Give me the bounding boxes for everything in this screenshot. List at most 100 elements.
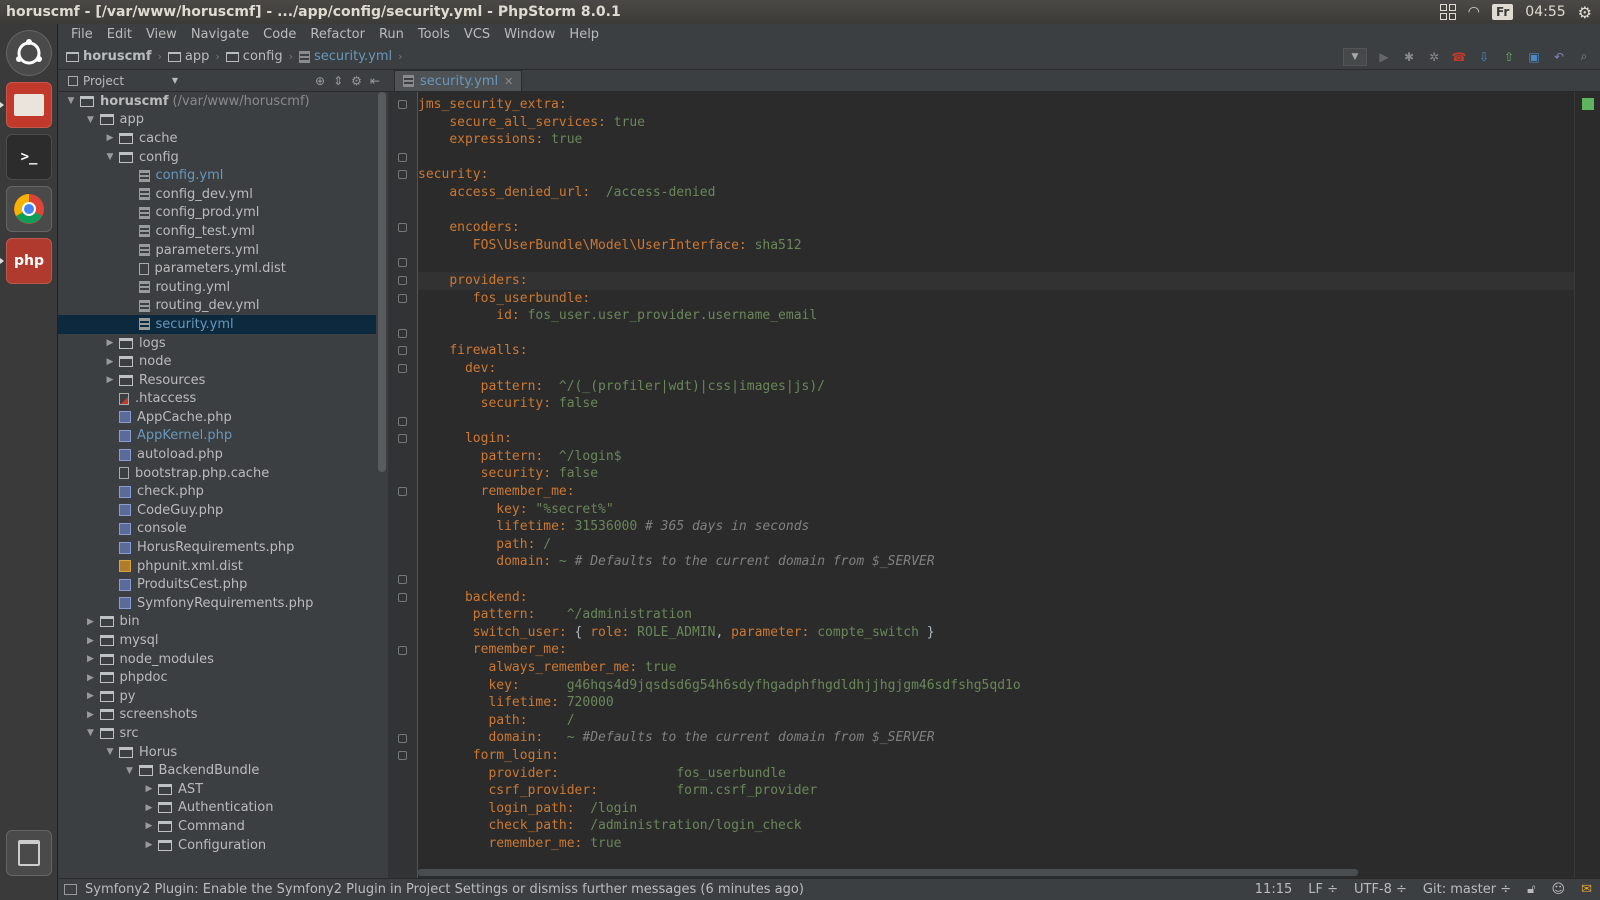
code-line[interactable]: expressions: true	[418, 131, 1574, 149]
code-area[interactable]: jms_security_extra: secure_all_services:…	[418, 96, 1574, 853]
code-line[interactable]: remember_me:	[418, 483, 1574, 501]
fold-marker-icon[interactable]	[398, 575, 407, 585]
keyboard-layout-indicator[interactable]: Fr	[1491, 4, 1514, 20]
tree-file[interactable]: HorusRequirements.php	[58, 538, 376, 557]
fold-marker-icon[interactable]	[398, 416, 407, 426]
code-line[interactable]	[418, 571, 1574, 589]
vcs-commit-icon[interactable]: ⇧	[1501, 49, 1517, 65]
tree-file[interactable]: bootstrap.php.cache	[58, 464, 376, 483]
chevron-right-icon[interactable]: ▶	[84, 691, 98, 701]
tree-folder[interactable]: ▼ Horus	[58, 743, 376, 762]
settings-icon[interactable]: ⚙	[351, 74, 362, 88]
project-view-selector[interactable]: Project ▼	[68, 74, 178, 88]
chevron-right-icon[interactable]: ▶	[103, 375, 117, 385]
fold-marker-icon[interactable]	[398, 364, 407, 373]
code-line[interactable]: dev:	[418, 360, 1574, 378]
tree-file[interactable]: ProduitsCest.php	[58, 575, 376, 594]
code-line[interactable]: security:	[418, 166, 1574, 184]
tree-folder[interactable]: ▶ node_modules	[58, 650, 376, 669]
code-line[interactable]	[418, 254, 1574, 272]
tree-folder[interactable]: ▶ Authentication	[58, 799, 376, 818]
tool-windows-icon[interactable]	[64, 884, 77, 895]
vcs-branch[interactable]: Git: master ÷	[1415, 882, 1519, 897]
tree-file[interactable]: phpunit.xml.dist	[58, 557, 376, 576]
caret-position[interactable]: 11:15	[1247, 882, 1300, 897]
horizontal-scrollbar[interactable]	[418, 869, 1358, 876]
tree-folder[interactable]: ▶ logs	[58, 334, 376, 353]
vcs-compare-icon[interactable]: ▣	[1526, 49, 1542, 65]
chevron-right-icon[interactable]: ▶	[142, 840, 156, 850]
gear-icon[interactable]: ⚙	[1578, 3, 1592, 22]
code-line[interactable]: csrf_provider: form.csrf_provider	[418, 782, 1574, 800]
breadcrumb-file[interactable]: security.yml	[298, 49, 392, 64]
code-line[interactable]: switch_user: { role: ROLE_ADMIN, paramet…	[418, 624, 1574, 642]
tree-folder[interactable]: ▶ screenshots	[58, 706, 376, 725]
chevron-right-icon[interactable]: ▶	[142, 784, 156, 794]
fold-marker-icon[interactable]	[398, 751, 407, 761]
fold-marker-icon[interactable]	[398, 276, 407, 285]
menu-file[interactable]: File	[64, 27, 100, 42]
tree-folder[interactable]: ▼ horuscmf (/var/www/horuscmf)	[58, 92, 376, 111]
tree-folder[interactable]: ▼ BackendBundle	[58, 761, 376, 780]
fold-marker-icon[interactable]	[398, 328, 407, 338]
code-line[interactable]: providers:	[418, 271, 1574, 290]
code-line[interactable]: security: false	[418, 395, 1574, 413]
listen-debug-icon[interactable]: ☎	[1451, 49, 1467, 65]
code-line[interactable]: pattern: ^/(_(profiler|wdt)|css|images|j…	[418, 378, 1574, 396]
code-line[interactable]: key: "%secret%"	[418, 501, 1574, 519]
fold-marker-icon[interactable]	[398, 100, 407, 109]
menu-code[interactable]: Code	[256, 27, 303, 42]
clock[interactable]: 04:55	[1525, 4, 1565, 20]
code-line[interactable]: lifetime: 31536000 # 365 days in seconds	[418, 518, 1574, 536]
tree-file[interactable]: AppKernel.php	[58, 427, 376, 446]
code-line[interactable]: provider: fos_userbundle	[418, 765, 1574, 783]
code-line[interactable]: remember_me: true	[418, 835, 1574, 853]
fold-marker-icon[interactable]	[398, 733, 407, 743]
menu-run[interactable]: Run	[372, 27, 411, 42]
inspection-ok-icon[interactable]	[1582, 98, 1594, 110]
hide-panel-icon[interactable]: ⇤	[370, 74, 380, 88]
menu-help[interactable]: Help	[562, 27, 606, 42]
tree-folder[interactable]: ▶ node	[58, 352, 376, 371]
fold-marker-icon[interactable]	[398, 645, 407, 655]
code-line[interactable]: form_login:	[418, 747, 1574, 765]
run-config-dropdown[interactable]: ▼	[1343, 47, 1367, 66]
tree-file[interactable]: CodeGuy.php	[58, 501, 376, 520]
chevron-down-icon[interactable]: ▼	[103, 747, 117, 757]
tree-folder[interactable]: ▶ cache	[58, 129, 376, 148]
code-line[interactable]: login:	[418, 430, 1574, 448]
code-line[interactable]	[418, 413, 1574, 431]
lock-icon[interactable]: 🔓︎	[1519, 882, 1543, 897]
dash-home-icon[interactable]	[6, 30, 52, 76]
fold-marker-icon[interactable]	[398, 293, 407, 303]
code-line[interactable]: pattern: ^/login$	[418, 448, 1574, 466]
code-line[interactable]: domain: ~ #Defaults to the current domai…	[418, 729, 1574, 747]
chevron-down-icon[interactable]: ▼	[123, 766, 137, 776]
fold-marker-icon[interactable]	[398, 223, 407, 233]
chevron-down-icon[interactable]: ▼	[84, 115, 98, 125]
tree-folder[interactable]: ▼ config	[58, 148, 376, 167]
vcs-update-icon[interactable]: ⇩	[1476, 49, 1492, 65]
menu-edit[interactable]: Edit	[100, 27, 139, 42]
menu-refactor[interactable]: Refactor	[303, 27, 372, 42]
breadcrumb-config[interactable]: config	[225, 49, 283, 64]
code-line[interactable]: lifetime: 720000	[418, 694, 1574, 712]
terminal-icon[interactable]: >_	[6, 134, 52, 180]
code-line[interactable]: always_remember_me: true	[418, 659, 1574, 677]
tree-folder[interactable]: ▶ mysql	[58, 631, 376, 650]
code-line[interactable]: remember_me:	[418, 641, 1574, 659]
menu-vcs[interactable]: VCS	[457, 27, 497, 42]
fold-marker-icon[interactable]	[398, 170, 407, 180]
close-icon[interactable]: ✕	[504, 75, 513, 88]
workspace-switcher-icon[interactable]	[1439, 4, 1456, 20]
tree-file[interactable]: check.php	[58, 482, 376, 501]
tab-security-yml[interactable]: security.yml ✕	[394, 70, 523, 91]
menu-tools[interactable]: Tools	[411, 27, 457, 42]
coverage-icon[interactable]: ✲	[1426, 49, 1442, 65]
editor-gutter[interactable]	[388, 92, 418, 878]
scroll-from-source-icon[interactable]: ⊕	[315, 74, 325, 88]
breadcrumb-project[interactable]: horuscmf	[66, 49, 152, 64]
run-icon[interactable]: ▶	[1376, 49, 1392, 65]
tree-folder[interactable]: ▶ Resources	[58, 371, 376, 390]
tree-file[interactable]: parameters.yml	[58, 241, 376, 260]
